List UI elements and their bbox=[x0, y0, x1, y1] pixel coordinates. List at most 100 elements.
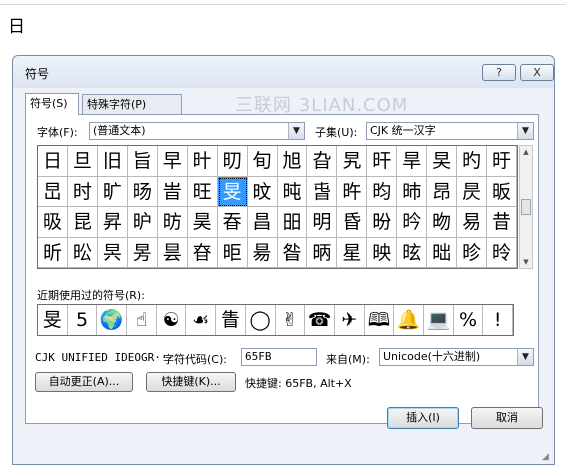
symbol-cell[interactable]: 旿 bbox=[337, 176, 368, 207]
recent-symbol-cell[interactable]: 💻 bbox=[424, 305, 454, 335]
scroll-up-icon[interactable]: ▲ bbox=[520, 146, 532, 158]
symbol-cell[interactable]: 映 bbox=[367, 237, 398, 268]
symbol-cell[interactable]: 昒 bbox=[427, 207, 458, 238]
symbol-cell[interactable]: 旭 bbox=[277, 146, 308, 177]
symbol-cell[interactable]: 旹 bbox=[157, 176, 188, 207]
recent-symbol-cell[interactable]: 5 bbox=[68, 305, 98, 335]
symbol-cell[interactable]: 旼 bbox=[247, 176, 278, 207]
symbol-cell[interactable]: 昅 bbox=[38, 207, 68, 238]
tab-symbols[interactable]: 符号(S) bbox=[25, 93, 79, 115]
symbol-cell[interactable]: 昆 bbox=[67, 207, 98, 238]
symbol-cell[interactable]: 昞 bbox=[307, 237, 338, 268]
recent-symbol-cell[interactable]: ! bbox=[483, 305, 513, 335]
symbol-cell[interactable]: 昊 bbox=[187, 207, 218, 238]
chevron-down-icon[interactable]: ▼ bbox=[288, 123, 304, 139]
symbol-cell[interactable]: 昇 bbox=[97, 207, 128, 238]
symbol-cell[interactable]: 旾 bbox=[307, 176, 338, 207]
font-select[interactable]: (普通文本) ▼ bbox=[89, 122, 305, 140]
symbol-cell[interactable]: 昗 bbox=[97, 237, 128, 268]
symbol-cell[interactable]: 星 bbox=[337, 237, 368, 268]
tab-special-characters[interactable]: 特殊字符(P) bbox=[82, 94, 182, 114]
symbol-cell[interactable]: 昃 bbox=[457, 176, 488, 207]
insert-button[interactable]: 插入(I) bbox=[387, 407, 459, 429]
symbol-cell[interactable]: 旫 bbox=[217, 146, 248, 177]
grid-scrollbar[interactable]: ▲ ▼ bbox=[519, 145, 533, 269]
symbol-cell[interactable]: 旦 bbox=[67, 146, 98, 177]
recent-symbol-cell[interactable]: ☝ bbox=[127, 305, 157, 335]
symbol-cell[interactable]: 昘 bbox=[127, 237, 158, 268]
chevron-down-icon[interactable]: ▼ bbox=[517, 123, 533, 139]
recent-symbol-cell[interactable]: 眚 bbox=[216, 305, 246, 335]
symbol-cell[interactable]: 昂 bbox=[427, 176, 458, 207]
symbol-cell[interactable]: 日 bbox=[38, 146, 68, 177]
symbol-cell[interactable]: 昜 bbox=[247, 237, 278, 268]
char-code-input[interactable]: 65FB bbox=[241, 348, 317, 366]
symbol-cell[interactable]: 旲 bbox=[427, 146, 458, 177]
symbol-cell[interactable]: 旱 bbox=[397, 146, 428, 177]
symbol-cell[interactable]: 旸 bbox=[127, 176, 158, 207]
symbol-cell[interactable]: 昁 bbox=[397, 176, 428, 207]
recent-symbol-cell[interactable]: ✌ bbox=[276, 305, 306, 335]
recent-symbol-cell[interactable]: 🌍 bbox=[97, 305, 128, 335]
chevron-down-icon[interactable]: ▼ bbox=[517, 349, 533, 365]
autocorrect-button[interactable]: 自动更正(A)... bbox=[35, 372, 133, 392]
from-select[interactable]: Unicode(十六进制) ▼ bbox=[379, 348, 534, 366]
symbol-cell[interactable]: 昕 bbox=[38, 237, 68, 268]
symbol-cell[interactable]: 昢 bbox=[427, 237, 458, 268]
recent-symbol-cell[interactable]: % bbox=[454, 305, 484, 335]
symbol-cell[interactable]: 昤 bbox=[487, 237, 517, 268]
symbol-cell[interactable]: 昈 bbox=[127, 207, 158, 238]
recent-symbol-cell[interactable]: ☯ bbox=[157, 305, 187, 335]
symbol-cell[interactable]: 昐 bbox=[367, 207, 398, 238]
resize-grip-icon[interactable]: ◢ bbox=[542, 452, 552, 462]
symbol-cell[interactable]: 旰 bbox=[367, 146, 398, 177]
help-button[interactable]: ? bbox=[482, 64, 516, 81]
symbol-cell[interactable]: 昋 bbox=[217, 207, 248, 238]
symbol-cell[interactable]: 昣 bbox=[457, 237, 488, 268]
symbol-cell[interactable]: 昔 bbox=[487, 207, 517, 238]
symbol-cell[interactable]: 旪 bbox=[187, 146, 218, 177]
symbol-cell[interactable]: 旳 bbox=[457, 146, 488, 177]
scroll-down-icon[interactable]: ▼ bbox=[520, 256, 532, 268]
close-button[interactable]: X bbox=[520, 64, 554, 81]
symbol-cell[interactable]: 昚 bbox=[187, 237, 218, 268]
recent-symbol-cell[interactable]: ☎ bbox=[305, 305, 335, 335]
symbol-cell[interactable]: 昏 bbox=[337, 207, 368, 238]
symbol-cell[interactable]: 旬 bbox=[247, 146, 278, 177]
recent-symbol-cell[interactable]: ☙ bbox=[186, 305, 217, 335]
symbol-cell[interactable]: 旽 bbox=[277, 176, 308, 207]
symbol-cell[interactable]: 旻 bbox=[217, 176, 248, 207]
symbol-cell[interactable]: 昍 bbox=[277, 207, 308, 238]
recent-symbol-cell[interactable]: 旻 bbox=[38, 305, 68, 335]
symbol-cell[interactable]: 昝 bbox=[277, 237, 308, 268]
recent-symbol-cell[interactable]: 🕮 bbox=[365, 305, 395, 335]
symbol-cell[interactable]: 旵 bbox=[38, 176, 68, 207]
symbol-cell[interactable]: 昉 bbox=[157, 207, 188, 238]
symbol-cell[interactable]: 旧 bbox=[97, 146, 128, 177]
symbol-cell[interactable]: 昙 bbox=[157, 237, 188, 268]
symbol-cell[interactable]: 旺 bbox=[187, 176, 218, 207]
symbol-cell[interactable]: 旯 bbox=[337, 146, 368, 177]
recent-symbol-cell[interactable]: ✈ bbox=[335, 305, 365, 335]
symbol-cell[interactable]: 旨 bbox=[127, 146, 158, 177]
shortcut-key-button[interactable]: 快捷键(K)... bbox=[146, 372, 236, 392]
symbol-cell[interactable]: 昌 bbox=[247, 207, 278, 238]
symbol-cell[interactable]: 易 bbox=[457, 207, 488, 238]
symbol-cell[interactable]: 昑 bbox=[397, 207, 428, 238]
recent-symbol-cell[interactable]: ◯ bbox=[246, 305, 276, 335]
symbol-cell[interactable]: 明 bbox=[307, 207, 338, 238]
scrollbar-thumb[interactable] bbox=[521, 199, 531, 215]
recent-symbol-cell[interactable]: 🔔 bbox=[394, 305, 424, 335]
symbol-cell[interactable]: 昀 bbox=[367, 176, 398, 207]
symbol-cell[interactable]: 旷 bbox=[97, 176, 128, 207]
symbol-cell[interactable]: 昖 bbox=[67, 237, 98, 268]
dialog-titlebar[interactable]: 符号 ? X bbox=[13, 56, 554, 88]
symbol-cell[interactable]: 昡 bbox=[397, 237, 428, 268]
symbol-cell[interactable]: 旮 bbox=[307, 146, 338, 177]
symbol-cell[interactable]: 昛 bbox=[217, 237, 248, 268]
symbol-cell[interactable]: 昄 bbox=[487, 176, 517, 207]
symbol-cell[interactable]: 早 bbox=[157, 146, 188, 177]
symbol-cell[interactable]: 时 bbox=[67, 176, 98, 207]
cancel-button[interactable]: 取消 bbox=[471, 407, 543, 429]
document-text[interactable]: 日 bbox=[8, 12, 25, 37]
